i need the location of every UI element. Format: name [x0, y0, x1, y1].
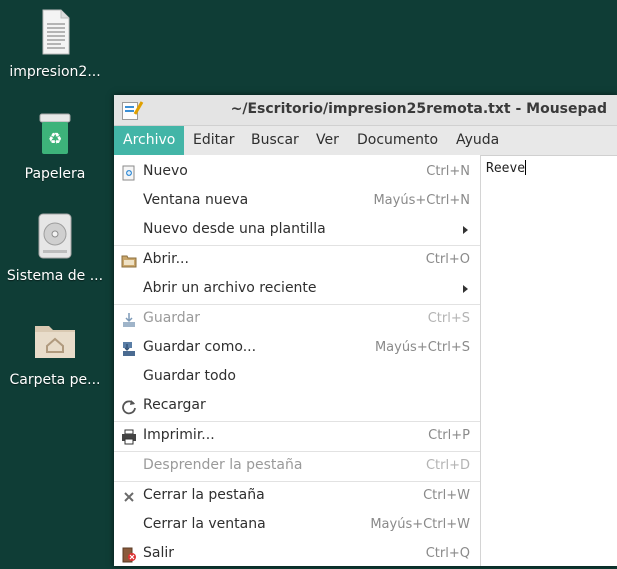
desktop-icon-label: Sistema de ...: [6, 268, 104, 284]
desktop-icon-label: impresion2...: [9, 64, 101, 80]
menu-item-abrir[interactable]: Abrir... Ctrl+O: [114, 246, 480, 275]
save-icon: [121, 312, 137, 328]
menu-item-label: Guardar: [143, 310, 201, 326]
desktop-icon-home-folder[interactable]: Carpeta pe...: [0, 316, 110, 388]
desktop-icon-label: Carpeta pe...: [9, 372, 101, 388]
menu-item-shortcut: Ctrl+Q: [425, 546, 470, 561]
menu-ayuda[interactable]: Ayuda: [447, 126, 508, 155]
menu-item-shortcut: Mayús+Ctrl+N: [373, 193, 470, 208]
menu-item-imprimir[interactable]: Imprimir... Ctrl+P: [114, 422, 480, 451]
menu-item-shortcut: Ctrl+N: [426, 164, 470, 179]
menu-item-shortcut: Ctrl+O: [425, 252, 470, 267]
editor-content[interactable]: Reeve: [486, 160, 526, 176]
menu-item-shortcut: Ctrl+W: [423, 488, 470, 503]
desktop-icon-text-file[interactable]: impresion2...: [0, 8, 110, 80]
menu-item-label: Cerrar la pestaña: [143, 487, 265, 503]
title-bar[interactable]: ~/Escritorio/impresion25remota.txt - Mou…: [114, 95, 617, 126]
reload-icon: [121, 399, 137, 415]
submenu-arrow-icon: [463, 226, 468, 234]
menu-item-shortcut: Mayús+Ctrl+S: [374, 340, 470, 355]
desktop-icon-label: Papelera: [24, 166, 86, 182]
menu-ver[interactable]: Ver: [307, 126, 348, 155]
menu-item-ventana-nueva[interactable]: Ventana nueva Mayús+Ctrl+N: [114, 187, 480, 216]
home-folder-icon: [31, 316, 79, 364]
menu-item-label: Recargar: [143, 397, 206, 413]
submenu-arrow-icon: [463, 285, 468, 293]
menu-item-abrir-reciente[interactable]: Abrir un archivo reciente: [114, 275, 480, 304]
drive-icon: [31, 212, 79, 260]
menu-item-shortcut: Ctrl+D: [425, 458, 470, 473]
menu-item-nuevo-plantilla[interactable]: Nuevo desde una plantilla: [114, 216, 480, 245]
window-title: ~/Escritorio/impresion25remota.txt - Mou…: [230, 101, 607, 117]
menu-item-label: Nuevo desde una plantilla: [143, 221, 326, 237]
menu-item-label: Nuevo: [143, 163, 188, 179]
file-menu-dropdown: Nuevo Ctrl+N Ventana nueva Mayús+Ctrl+N …: [114, 155, 481, 566]
menu-item-shortcut: Mayús+Ctrl+W: [370, 517, 470, 532]
new-document-icon: [121, 165, 137, 181]
trash-icon: ♻: [31, 110, 79, 158]
menu-item-label: Guardar como...: [143, 339, 257, 355]
desktop-icon-trash[interactable]: ♻ Papelera: [0, 110, 110, 182]
svg-text:♻: ♻: [48, 129, 62, 148]
menu-item-label: Salir: [143, 545, 175, 561]
menu-item-guardar: Guardar Ctrl+S: [114, 305, 480, 334]
open-folder-icon: [121, 253, 137, 269]
menu-bar: Archivo Editar Buscar Ver Documento Ayud…: [114, 126, 617, 156]
menu-item-label: Desprender la pestaña: [143, 457, 303, 473]
menu-item-guardar-todo[interactable]: Guardar todo: [114, 363, 480, 392]
desktop-icon-drive[interactable]: Sistema de ...: [0, 212, 110, 284]
text-editor[interactable]: Reeve: [479, 156, 617, 566]
menu-item-salir[interactable]: Salir Ctrl+Q: [114, 540, 480, 569]
menu-item-desprender-pestana: Desprender la pestaña Ctrl+D: [114, 452, 480, 481]
menu-item-cerrar-ventana[interactable]: Cerrar la ventana Mayús+Ctrl+W: [114, 511, 480, 540]
mousepad-icon: [122, 102, 138, 120]
text-file-icon: [31, 8, 79, 56]
menu-item-shortcut: Ctrl+S: [427, 311, 470, 326]
quit-icon: [121, 547, 137, 563]
menu-item-label: Abrir un archivo reciente: [143, 280, 317, 296]
save-as-icon: [121, 341, 137, 357]
menu-item-label: Ventana nueva: [143, 192, 249, 208]
menu-editar[interactable]: Editar: [184, 126, 243, 155]
menu-item-label: Cerrar la ventana: [143, 516, 266, 532]
menu-item-label: Imprimir...: [143, 427, 215, 443]
menu-item-cerrar-pestana[interactable]: Cerrar la pestaña Ctrl+W: [114, 482, 480, 511]
menu-item-shortcut: Ctrl+P: [428, 428, 470, 443]
menu-buscar[interactable]: Buscar: [242, 126, 308, 155]
menu-item-recargar[interactable]: Recargar: [114, 392, 480, 421]
menu-item-label: Abrir...: [143, 251, 189, 267]
menu-item-nuevo[interactable]: Nuevo Ctrl+N: [114, 158, 480, 187]
menu-archivo[interactable]: Archivo: [114, 126, 185, 155]
close-tab-icon: [121, 489, 137, 505]
menu-item-guardar-como[interactable]: Guardar como... Mayús+Ctrl+S: [114, 334, 480, 363]
print-icon: [121, 429, 137, 445]
menu-documento[interactable]: Documento: [348, 126, 447, 155]
menu-item-label: Guardar todo: [143, 368, 236, 384]
